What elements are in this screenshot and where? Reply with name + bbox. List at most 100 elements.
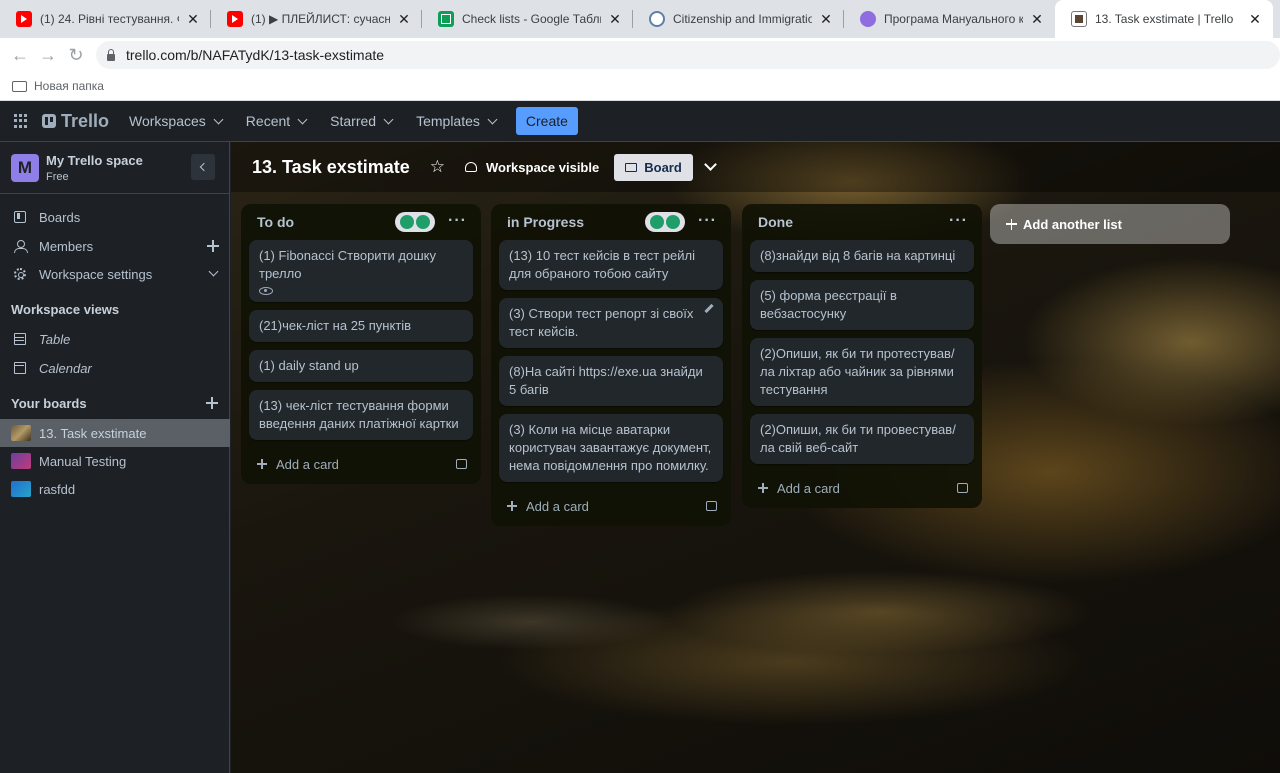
lock-icon xyxy=(106,49,116,61)
card[interactable]: (13) чек-ліст тестування форми введення … xyxy=(249,390,473,440)
apps-grid-icon[interactable] xyxy=(14,114,28,128)
board-view-icon xyxy=(625,162,638,172)
add-board-icon[interactable] xyxy=(206,397,218,409)
workspace-name[interactable]: My Trello space xyxy=(46,153,143,168)
board-thumbnail xyxy=(11,481,31,497)
chevron-down-icon xyxy=(208,266,219,277)
create-button[interactable]: Create xyxy=(515,107,578,135)
browser-tab-bar: (1) 24. Рівні тестування. Функ✕ (1) ▶ ПЛ… xyxy=(0,0,1280,38)
power-up-icons[interactable] xyxy=(645,212,685,232)
program-icon xyxy=(860,11,876,27)
add-card-button[interactable]: Add a card xyxy=(742,472,982,504)
board-thumbnail xyxy=(11,425,31,441)
board-thumbnail xyxy=(11,453,31,469)
workspace-plan: Free xyxy=(46,170,69,183)
chevron-down-icon xyxy=(487,114,498,124)
menu-starred[interactable]: Starred xyxy=(330,113,394,129)
sidebar-board-item[interactable]: rasfdd xyxy=(0,475,230,503)
card[interactable]: (21)чек-ліст на 25 пунктів xyxy=(249,310,473,342)
card[interactable]: (3) Коли на місце аватарки користувач за… xyxy=(499,414,723,482)
card[interactable]: (2)Опиши, як би ти протестував/ла ліхтар… xyxy=(750,338,974,406)
chevron-down-icon[interactable] xyxy=(703,158,717,171)
watch-icon xyxy=(259,287,273,295)
close-tab-icon[interactable]: ✕ xyxy=(396,11,412,28)
sidebar-item-members[interactable]: Members xyxy=(0,232,230,260)
list-done: Done ··· (8)знайди від 8 багів на картин… xyxy=(742,204,982,508)
sidebar-board-item[interactable]: Manual Testing xyxy=(0,447,230,475)
menu-workspaces[interactable]: Workspaces xyxy=(129,113,224,129)
card[interactable]: (8)знайди від 8 багів на картинці xyxy=(750,240,974,272)
menu-templates[interactable]: Templates xyxy=(416,113,498,129)
plus-icon xyxy=(1006,218,1017,230)
member-icon xyxy=(14,240,28,253)
sidebar-item-table[interactable]: Table xyxy=(0,325,230,353)
trello-logo-icon xyxy=(42,114,56,128)
template-icon[interactable] xyxy=(456,459,467,469)
sidebar-item-boards[interactable]: Boards xyxy=(0,203,230,231)
browser-tab-active[interactable]: 13. Task exstimate | Trello ✕ xyxy=(1055,0,1273,38)
board-title[interactable]: 13. Task exstimate xyxy=(252,157,410,178)
browser-tab[interactable]: (1) ▶ ПЛЕЙЛИСТ: сучасна укр✕ xyxy=(211,0,422,38)
list-menu-icon[interactable]: ··· xyxy=(949,212,968,230)
chevron-down-icon xyxy=(383,114,394,124)
back-icon[interactable]: ← xyxy=(6,45,34,66)
chevron-down-icon xyxy=(213,114,224,124)
reload-icon[interactable]: ↻ xyxy=(62,45,90,66)
browser-tab[interactable]: Citizenship and Immigration Se✕ xyxy=(633,0,844,38)
card[interactable]: (3) Створи тест репорт зі своїх тест кей… xyxy=(499,298,723,348)
forward-icon[interactable]: → xyxy=(34,45,62,66)
list-todo: To do ··· (1) Fibonacci Створити дошку т… xyxy=(241,204,481,484)
list-menu-icon[interactable]: ··· xyxy=(698,212,717,230)
header-menu: Workspaces Recent Starred Templates Crea… xyxy=(129,107,578,135)
workspace-header: M My Trello space Free xyxy=(0,142,229,194)
close-tab-icon[interactable]: ✕ xyxy=(818,11,834,28)
close-tab-icon[interactable]: ✕ xyxy=(1247,11,1263,28)
sheets-icon xyxy=(438,11,454,27)
edit-pencil-icon[interactable] xyxy=(704,303,714,314)
close-tab-icon[interactable]: ✕ xyxy=(607,11,623,28)
gear-icon xyxy=(14,268,26,280)
board-view-button[interactable]: Board xyxy=(614,153,693,181)
template-icon[interactable] xyxy=(706,501,717,511)
collapse-sidebar-button[interactable] xyxy=(191,154,215,180)
close-tab-icon[interactable]: ✕ xyxy=(1029,11,1045,28)
plus-icon xyxy=(507,501,517,511)
uscis-icon xyxy=(649,11,665,27)
browser-tab[interactable]: Check lists - Google Таблиці ✕ xyxy=(422,0,633,38)
template-icon[interactable] xyxy=(957,483,968,493)
browser-tab[interactable]: (1) 24. Рівні тестування. Функ✕ xyxy=(0,0,211,38)
plus-icon xyxy=(257,459,267,469)
star-icon[interactable]: ☆ xyxy=(430,157,445,177)
trello-icon xyxy=(1071,11,1087,27)
browser-tab[interactable]: Програма Мануального курсу✕ xyxy=(844,0,1055,38)
board-header: 13. Task exstimate ☆ Workspace visible B… xyxy=(231,142,1280,192)
trello-header: Trello Workspaces Recent Starred Templat… xyxy=(0,101,1280,142)
add-card-button[interactable]: Add a card xyxy=(491,490,731,522)
url-field[interactable]: trello.com/b/NAFATydK/13-task-exstimate xyxy=(96,41,1280,69)
sidebar-item-workspace-settings[interactable]: Workspace settings xyxy=(0,260,230,288)
list-header: Done ··· xyxy=(758,212,968,230)
add-card-button[interactable]: Add a card xyxy=(241,448,481,480)
sidebar-item-calendar[interactable]: Calendar xyxy=(0,354,230,382)
card[interactable]: (5) форма реєстрації в вебзастосунку xyxy=(750,280,974,330)
add-member-icon[interactable] xyxy=(207,240,219,252)
boards-icon xyxy=(14,211,26,223)
calendar-icon xyxy=(14,362,26,374)
sidebar: M My Trello space Free Boards Members Wo… xyxy=(0,142,230,773)
workspace-visible-button[interactable]: Workspace visible xyxy=(465,160,599,175)
card[interactable]: (2)Опиши, як би ти провестував/ла свій в… xyxy=(750,414,974,464)
bookmark-folder[interactable]: Новая папка xyxy=(34,79,104,93)
add-list-button[interactable]: Add another list xyxy=(990,204,1230,244)
trello-logo[interactable]: Trello xyxy=(42,111,109,132)
card[interactable]: (13) 10 тест кейсів в тест рейлі для обр… xyxy=(499,240,723,290)
menu-recent[interactable]: Recent xyxy=(246,113,308,129)
sidebar-board-item[interactable]: 13. Task exstimate xyxy=(0,419,230,447)
card[interactable]: (1) daily stand up xyxy=(249,350,473,382)
close-tab-icon[interactable]: ✕ xyxy=(185,11,201,28)
board-canvas: 13. Task exstimate ☆ Workspace visible B… xyxy=(231,142,1280,773)
power-up-icons[interactable] xyxy=(395,212,435,232)
card[interactable]: (8)На сайті https://exe.ua знайди 5 багі… xyxy=(499,356,723,406)
list-menu-icon[interactable]: ··· xyxy=(448,212,467,230)
youtube-icon xyxy=(227,11,243,27)
card[interactable]: (1) Fibonacci Створити дошку трелло xyxy=(249,240,473,302)
